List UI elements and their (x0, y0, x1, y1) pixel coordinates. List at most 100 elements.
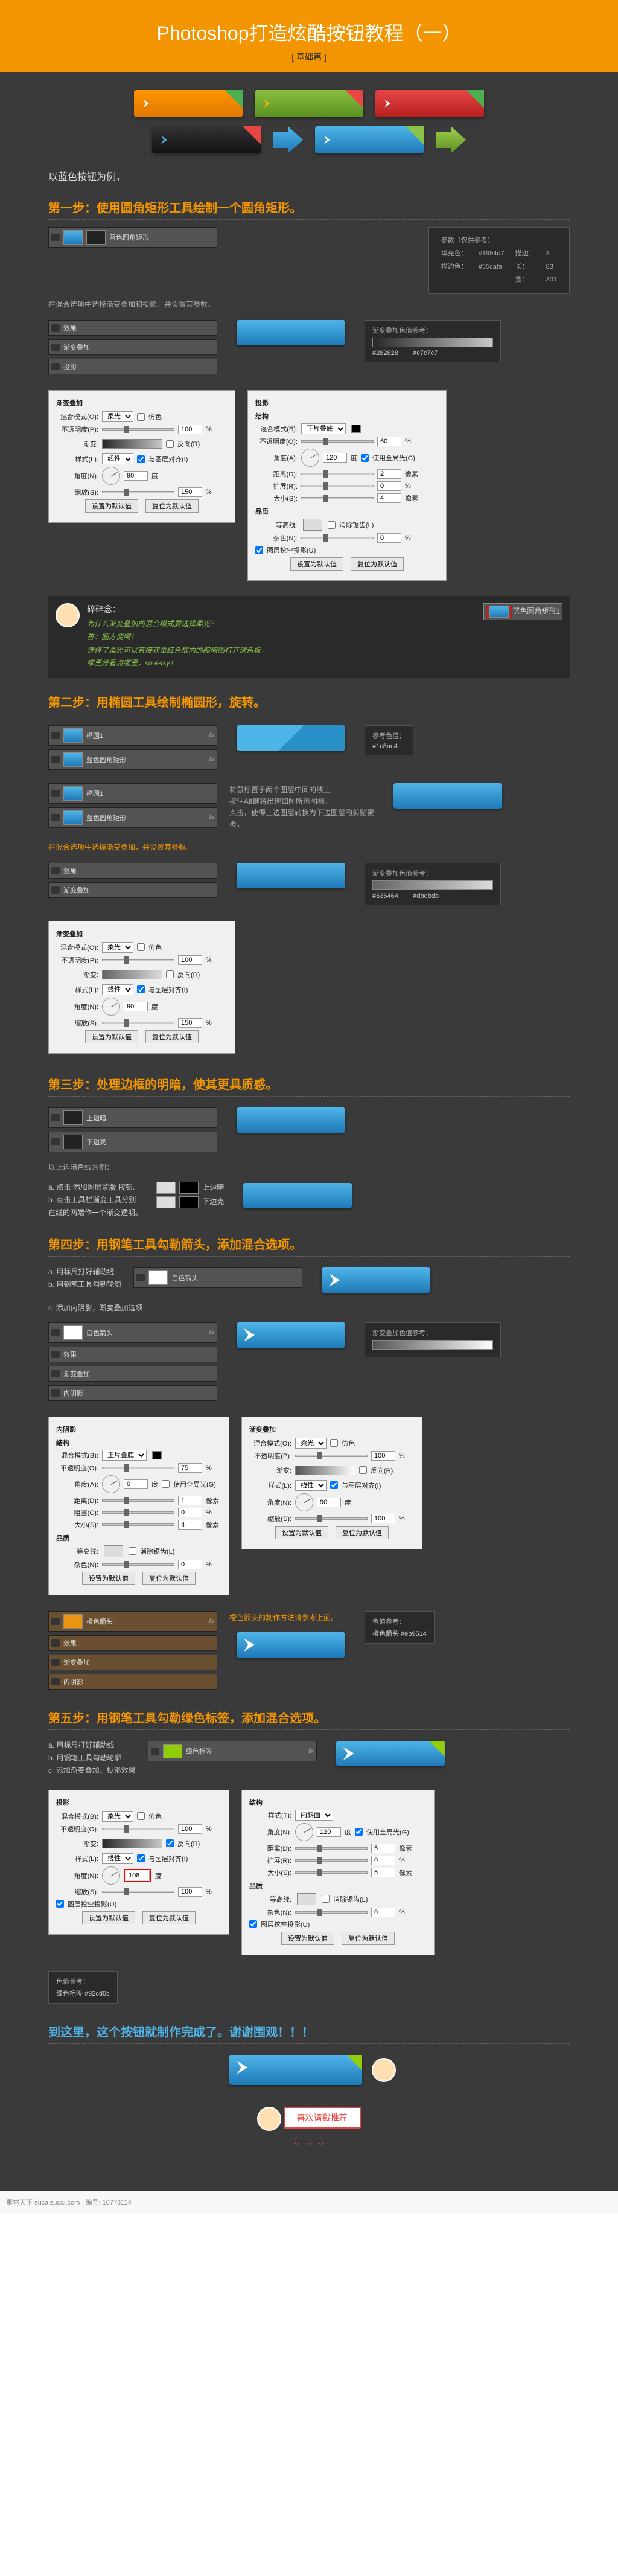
opacity-input[interactable] (377, 437, 401, 446)
layer-name: 蓝色圆角矩形 (109, 232, 149, 242)
orange-note: 橙色箭头的制作方法请参考上面。 (229, 1612, 352, 1624)
fx-panel: 渐变叠加 (48, 1366, 217, 1382)
set-default-button[interactable]: 设置为默认值 (85, 499, 138, 513)
layer-panel: 白色箭头fx (48, 1322, 217, 1343)
footer: 喜欢请戳推荐 ⇩ ⇩ ⇩ (48, 2089, 570, 2167)
recommend-banner[interactable]: 喜欢请戳推荐 (284, 2107, 361, 2129)
reverse-check[interactable] (166, 440, 174, 448)
fx-panel: 效果 (48, 1347, 217, 1362)
chatter-title: 碎碎念： (87, 603, 268, 615)
big-arrow-green-icon (436, 126, 466, 153)
arrow-icon (384, 100, 393, 108)
intro-text: 以蓝色按钮为例， (48, 168, 570, 183)
dist-input[interactable] (377, 469, 401, 479)
reset-default-button[interactable]: 复位为默认值 (145, 499, 199, 513)
demo-button-blue (315, 126, 424, 153)
demo-button-red (375, 90, 484, 117)
size-input[interactable] (377, 493, 401, 503)
layer-thumb (63, 230, 83, 245)
noise-input[interactable] (377, 533, 401, 543)
preview-button (237, 863, 345, 888)
demo-button-orange (134, 90, 243, 117)
credit-bar: 素材天下 sucaisucai.com 编号: 10776114 (0, 2191, 618, 2213)
style-select[interactable]: 线性 (102, 453, 133, 464)
opacity-input[interactable] (178, 425, 202, 434)
sub-item: a. 点击 添加图层蒙版 按钮. (48, 1182, 142, 1192)
step2-note: 在混合选项中选择渐变叠加，并设置其参数。 (48, 842, 570, 853)
arrow-icon (324, 136, 333, 144)
layer-ref: 蓝色圆角矩形1 (512, 607, 560, 616)
button-showcase-row2 (48, 126, 570, 153)
angle-input[interactable] (323, 453, 347, 463)
knockout-check[interactable] (255, 546, 263, 554)
fx-panel: 效果 (48, 320, 217, 336)
reset-default-button[interactable]: 复位为默认值 (351, 557, 404, 571)
chatter-box: 碎碎念： 为什么渐变叠加的混合模式要选择柔光？ 答：图方便啊！ 选择了柔光可以直… (48, 596, 570, 677)
corner-tag (225, 90, 243, 108)
gradient-ref: 渐变叠加色值参考： #636464 #dbdbdb (365, 863, 501, 905)
gradient-overlay-dialog2: 渐变叠加 混合模式(O):柔光 仿色 不透明度(P):% 渐变: 反向(R) 样… (48, 921, 235, 1054)
color-ref: 色值参考： 橙色箭头 #eb9514 (365, 1611, 435, 1644)
subtitle: [ 基础篇 ] (0, 51, 618, 63)
final-button (229, 2055, 362, 2085)
fx-panel: 效果 (48, 863, 217, 879)
layer-panel: 绿色标签fx (148, 1741, 317, 1761)
gradient-ref: 渐变叠加色值参考： #282828 #c7c7c7 (365, 320, 501, 362)
angle-input[interactable] (124, 471, 148, 481)
spread-input[interactable] (377, 481, 401, 491)
layer-mask-thumb (86, 230, 106, 245)
corner-tag (243, 126, 261, 144)
fx-panel: 内阴影 (48, 1674, 217, 1690)
step3-title: 第三步：处理边框的明暗，使其更具质感。 (48, 1075, 570, 1097)
inner-shadow-dialog: 内阴影 结构 混合模式(B):正片叠底 不透明度(O):% 角度(A):度 使用… (48, 1417, 229, 1595)
shadow-dialog2: 投影 混合模式(B):柔光 仿色 不透明度(O):% 渐变: 反向(R) 样式(… (48, 1790, 229, 1935)
gradient-overlay-dialog3: 渐变叠加 混合模式(O):柔光 仿色 不透明度(P):% 渐变: 反向(R) 样… (241, 1417, 422, 1549)
step5-title: 第五步：用钢笔工具勾勒绿色标签，添加混合选项。 (48, 1708, 570, 1730)
gradient-bar (372, 880, 493, 890)
layer-panel-orange: 橙色箭头fx (48, 1611, 217, 1632)
big-arrow-icon (273, 126, 303, 153)
fx-panel: 投影 (48, 359, 217, 374)
fx-panel: 内阴影 (48, 1385, 217, 1401)
step3-note: 以上边暗色线为例： (48, 1162, 570, 1173)
layer-panel: 蓝色圆角矩形fx (48, 749, 217, 770)
page-header: Photoshop打造炫酷按钮教程（一） [ 基础篇 ] (0, 0, 618, 72)
layer-panel: 蓝色圆角矩形fx (48, 807, 217, 828)
avatar-icon (372, 2058, 396, 2082)
scale-input[interactable] (178, 487, 202, 497)
main-title: Photoshop打造炫酷按钮教程（一） (0, 18, 618, 46)
blend-select[interactable]: 柔光 (102, 942, 133, 953)
preview-button (237, 1107, 345, 1133)
bevel-dialog: 结构 样式(T):内斜面 角度(N):度 使用全局光(G) 距离(D):像素 扩… (241, 1790, 435, 1955)
fx-panel: 渐变叠加 (48, 339, 217, 355)
layer-panel: 上边暗 (48, 1107, 217, 1128)
down-arrows-icon: ⇩ ⇩ ⇩ (48, 2136, 570, 2148)
step1-note: 在混合选项中选择渐变叠加和投影，并设置其参数。 (48, 299, 570, 310)
demo-button-green (255, 90, 363, 117)
layer-panel: 下边亮 (48, 1132, 217, 1152)
preview-button (237, 320, 345, 345)
gradient-bar (372, 338, 493, 347)
params-title: 参数（仅供参考） (436, 235, 562, 247)
step1-title: 第一步：使用圆角矩形工具绘制一个圆角矩形。 (48, 198, 570, 220)
sub-item: 在线的两端作一个渐变透明。 (48, 1207, 142, 1217)
blend-select[interactable]: 柔光 (102, 411, 133, 422)
layer-panel: 蓝色圆角矩形 (48, 227, 217, 248)
sub-item: b. 点击工具栏渐变工具分别 (48, 1194, 142, 1205)
dither-check[interactable] (137, 413, 145, 421)
arrow-icon (143, 100, 151, 108)
align-check[interactable] (137, 455, 145, 463)
arrow-icon (161, 136, 170, 144)
final-text: 到这里，这个按钮就制作完成了。谢谢围观！！！ (48, 2022, 570, 2044)
fx-panel: 渐变叠加 (48, 1655, 217, 1670)
preview-ellipse (237, 725, 345, 751)
anti-check[interactable] (328, 521, 336, 529)
color-ref: 参考色值： #1c8ac4 (365, 725, 413, 755)
corner-tag (345, 90, 363, 108)
layer-panel: 白色箭头 (133, 1267, 302, 1288)
set-default-button[interactable]: 设置为默认值 (290, 557, 343, 571)
step4-title: 第四步：用钢笔工具勾勒箭头，添加混合选项。 (48, 1235, 570, 1257)
layer-panel: 椭圆1fx (48, 725, 217, 746)
blend-select[interactable]: 正片叠底 (301, 423, 346, 434)
global-check[interactable] (361, 454, 369, 462)
